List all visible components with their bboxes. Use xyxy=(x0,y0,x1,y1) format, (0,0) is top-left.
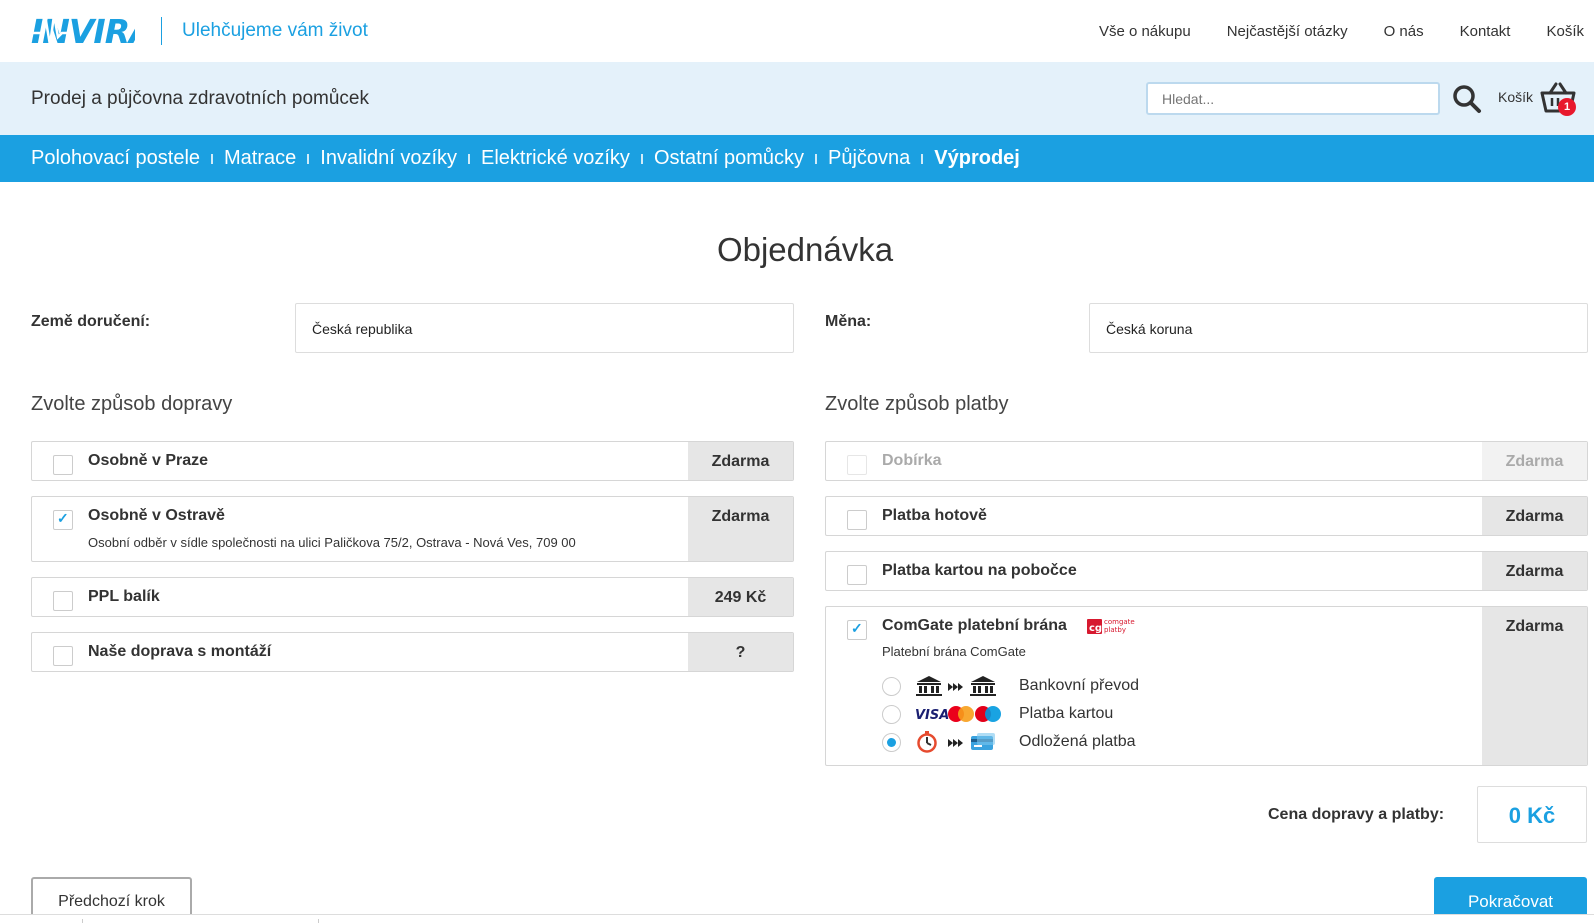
category-beds[interactable]: Polohovací postele xyxy=(31,147,200,170)
nav-separator xyxy=(211,153,214,164)
shipping-checkbox[interactable] xyxy=(53,646,73,666)
shipping-option-own-delivery[interactable]: Naše doprava s montáží ? xyxy=(31,632,794,672)
shipping-option-price: Zdarma xyxy=(688,442,793,480)
payment-option-price: Zdarma xyxy=(1482,607,1587,765)
nav-separator xyxy=(640,153,643,164)
nav-separator xyxy=(307,153,310,164)
payment-option-price: Zdarma xyxy=(1482,497,1587,535)
topnav-faq[interactable]: Nejčastější otázky xyxy=(1227,23,1348,40)
country-label: Země doručení: xyxy=(31,313,151,330)
payment-checkbox xyxy=(847,455,867,475)
svg-text:cg: cg xyxy=(1089,623,1102,634)
site-subtitle: Prodej a půjčovna zdravotních pomůcek xyxy=(31,87,369,109)
payment-option-cash[interactable]: Platba hotově Zdarma xyxy=(825,496,1588,536)
category-mattresses[interactable]: Matrace xyxy=(224,147,296,170)
category-sale[interactable]: Výprodej xyxy=(934,147,1020,170)
invira-logo[interactable]: INVIRA xyxy=(31,11,135,51)
top-bar: INVIRA Ulehčujeme vám život Vše o nákupu… xyxy=(0,0,1594,62)
shipping-option-name: Osobně v Ostravě xyxy=(88,507,225,524)
cart-label[interactable]: Košík xyxy=(1498,89,1533,105)
payment-checkbox[interactable] xyxy=(847,620,867,640)
topnav-about[interactable]: O nás xyxy=(1384,23,1424,40)
bank-transfer-icon xyxy=(915,674,1005,698)
payment-option-cod: Dobírka Zdarma xyxy=(825,441,1588,481)
sub-header: Prodej a půjčovna zdravotních pomůcek Ko… xyxy=(0,62,1594,135)
shipping-option-ostrava[interactable]: Osobně v Ostravě Osobní odběr v sídle sp… xyxy=(31,496,794,562)
category-electric-wheelchairs[interactable]: Elektrické vozíky xyxy=(481,147,630,170)
page-title: Objednávka xyxy=(716,231,894,268)
method-radio[interactable] xyxy=(882,676,901,696)
search-icon[interactable] xyxy=(1452,84,1482,114)
shipping-option-prague[interactable]: Osobně v Praze Zdarma xyxy=(31,441,794,481)
divider xyxy=(82,919,83,923)
nav-separator xyxy=(815,153,817,164)
comgate-method-bank-transfer[interactable]: Bankovní převod xyxy=(882,674,1139,698)
category-nav: Polohovací postele Matrace Invalidní voz… xyxy=(0,135,1594,182)
category-other-aids[interactable]: Ostatní pomůcky xyxy=(654,147,804,170)
currency-select[interactable]: Česká koruna xyxy=(1089,303,1588,353)
method-label: Odložená platba xyxy=(1019,733,1136,750)
divider xyxy=(318,919,319,923)
payment-option-description: Platební brána ComGate xyxy=(882,644,1026,659)
payment-option-name: Platba kartou na pobočce xyxy=(882,562,1077,579)
comgate-logo: cg comgate platby xyxy=(1087,618,1135,634)
method-radio[interactable] xyxy=(882,704,901,724)
search-input[interactable] xyxy=(1146,82,1440,115)
comgate-method-card[interactable]: VISA Platba kartou xyxy=(882,702,1113,726)
country-select[interactable]: Česká republika xyxy=(295,303,794,353)
bottom-strip xyxy=(0,914,1594,923)
payment-option-name: Platba hotově xyxy=(882,507,987,524)
total-label: Cena dopravy a platby: xyxy=(1268,806,1445,823)
topnav-cart[interactable]: Košík xyxy=(1546,23,1584,40)
nav-separator xyxy=(468,153,470,164)
payment-option-price: Zdarma xyxy=(1482,552,1587,590)
shipping-option-price: Zdarma xyxy=(688,497,793,561)
shipping-option-name: Naše doprava s montáží xyxy=(88,643,272,660)
category-rental[interactable]: Půjčovna xyxy=(828,147,910,170)
tagline: Ulehčujeme vám život xyxy=(182,20,368,41)
method-label: Bankovní převod xyxy=(1019,677,1140,694)
currency-label: Měna: xyxy=(825,313,872,330)
shipping-option-name: Osobně v Praze xyxy=(88,452,209,469)
card-brands-icon: VISA xyxy=(915,702,1005,726)
nav-separator xyxy=(921,153,924,164)
shipping-checkbox[interactable] xyxy=(53,591,73,611)
payment-title: Zvolte způsob platby xyxy=(825,393,1009,415)
payment-option-price: Zdarma xyxy=(1482,442,1587,480)
shipping-option-price: ? xyxy=(688,633,793,671)
cart-count-badge: 1 xyxy=(1558,98,1576,116)
payment-option-name: ComGate platební brána xyxy=(882,617,1067,634)
category-wheelchairs[interactable]: Invalidní vozíky xyxy=(320,147,457,170)
tagline-divider xyxy=(161,17,162,45)
method-radio[interactable] xyxy=(882,732,901,752)
shipping-option-description: Osobní odběr v sídle společnosti na ulic… xyxy=(88,535,576,550)
shipping-title: Zvolte způsob dopravy xyxy=(31,393,233,415)
svg-text:VISA: VISA xyxy=(915,708,949,723)
payment-checkbox[interactable] xyxy=(847,510,867,530)
shipping-option-name: PPL balík xyxy=(88,588,160,605)
shipping-option-ppl[interactable]: PPL balík 249 Kč xyxy=(31,577,794,617)
top-nav: Vše o nákupu Nejčastější otázky O nás Ko… xyxy=(1063,0,1584,62)
shipping-option-price: 249 Kč xyxy=(688,578,793,616)
payment-option-comgate[interactable]: ComGate platební brána cg comgate platby… xyxy=(825,606,1588,766)
method-label: Platba kartou xyxy=(1019,705,1114,722)
payment-option-name: Dobírka xyxy=(882,452,942,469)
payment-option-card-branch[interactable]: Platba kartou na pobočce Zdarma xyxy=(825,551,1588,591)
shipping-checkbox[interactable] xyxy=(53,510,73,530)
topnav-contact[interactable]: Kontakt xyxy=(1460,23,1511,40)
shipping-checkbox[interactable] xyxy=(53,455,73,475)
payment-checkbox[interactable] xyxy=(847,565,867,585)
comgate-method-deferred[interactable]: Odložená platba xyxy=(882,730,1136,754)
deferred-payment-icon xyxy=(915,730,1005,754)
topnav-shopping-info[interactable]: Vše o nákupu xyxy=(1099,23,1191,40)
total-value: 0 Kč xyxy=(1477,786,1587,843)
